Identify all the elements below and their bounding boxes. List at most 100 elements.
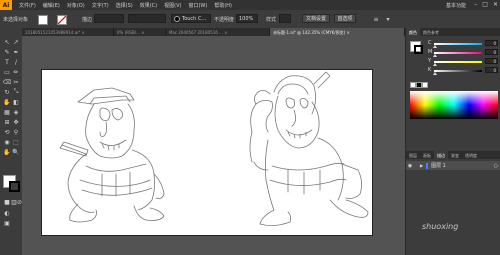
symbol-sprayer-tool-icon[interactable]: ✥: [12, 118, 20, 126]
panel-menu-icon[interactable]: ▾: [384, 15, 392, 23]
none-slash-icon: [58, 16, 66, 24]
menu-type[interactable]: 文字(T): [92, 2, 109, 9]
layer-target-icon[interactable]: ○: [494, 163, 498, 169]
menu-select[interactable]: 选择(S): [116, 2, 133, 9]
cyan-slider-track[interactable]: [434, 43, 482, 45]
magenta-value[interactable]: 0: [485, 49, 498, 55]
live-paint-tool-icon[interactable]: ◉: [3, 138, 11, 146]
canvas-area[interactable]: [22, 36, 405, 255]
control-bar: 未选择对象 描边 Touch C... 不透明度 100% 样式 文档设置 首选…: [0, 10, 500, 29]
right-panel-dock: 颜色 颜色参考 C 0 M 0 Y 0 K 0 图层 画板 描边 渐变 透明度 …: [405, 28, 500, 255]
window-controls: – □ ✕: [474, 1, 498, 8]
width-tool-icon[interactable]: ✋: [3, 98, 11, 106]
preferences-button[interactable]: 首选项: [334, 14, 356, 23]
workspace-switcher[interactable]: 基本功能: [446, 2, 466, 9]
tab-gradient[interactable]: 渐变: [448, 151, 462, 159]
tool-stroke-swatch[interactable]: [9, 181, 20, 192]
fill-swatch[interactable]: [38, 15, 48, 25]
tab-document-1[interactable]: 2018051521053988914.ai* ×: [22, 28, 114, 36]
layer-row[interactable]: ◉ ▶ 图层 1 ○: [406, 161, 500, 170]
free-transform-tool-icon[interactable]: ◧: [12, 98, 20, 106]
color-panel-tabs: 颜色 颜色参考: [406, 28, 500, 36]
artboard-tool-icon[interactable]: ⬚: [12, 138, 20, 146]
menu-object[interactable]: 对象(O): [67, 2, 85, 9]
expand-arrow-icon[interactable]: ▶: [420, 163, 423, 168]
draw-mode-icon[interactable]: ◐: [3, 209, 11, 217]
cyan-label: C: [428, 40, 432, 46]
arrange-icon[interactable]: ≡: [372, 15, 380, 23]
blend-tool-icon[interactable]: ⟲: [3, 128, 11, 136]
eraser-tool-icon[interactable]: ⌫: [3, 78, 11, 86]
tab-color-guide[interactable]: 颜色参考: [420, 28, 442, 36]
menu-window[interactable]: 窗口(W): [188, 2, 207, 9]
tab-color[interactable]: 颜色: [406, 28, 420, 36]
opacity-label: 不透明度: [214, 17, 235, 23]
eyedropper-tool-icon[interactable]: ⚲: [12, 128, 20, 136]
screen-mode-icon[interactable]: ▣: [3, 219, 11, 227]
gradient-tool-icon[interactable]: ◈: [12, 108, 20, 116]
black-slider-track[interactable]: [434, 70, 482, 72]
stroke-swatch[interactable]: [57, 15, 67, 25]
stroke-label: 描边: [82, 17, 93, 23]
none-swatch[interactable]: [422, 82, 428, 88]
pen-tool-icon[interactable]: ✒: [12, 48, 20, 56]
tools-panel: ↖ ↗ ✎ ✒ T / ▭ ✏ ⌫ ✂ ↻ ⤡ ✋ ◧ ▦ ◈ ⊞ ✥ ⟲ ⚲ …: [0, 28, 22, 255]
variable-width-dropdown[interactable]: [128, 14, 166, 23]
tab-document-3[interactable]: Mac 2040567 20180516 ... ×: [166, 28, 270, 36]
layer-name: 图层 1: [431, 163, 446, 169]
brush-dropdown[interactable]: Touch C...: [171, 14, 211, 23]
layers-panel-tabs: 图层 画板 描边 渐变 透明度: [406, 151, 500, 159]
stroke-weight-dropdown[interactable]: [94, 14, 124, 23]
eye-icon[interactable]: ◉: [406, 163, 414, 169]
mesh-tool-icon[interactable]: ▦: [3, 108, 11, 116]
black-slider-thumb[interactable]: [433, 72, 437, 75]
scale-tool-icon[interactable]: ⤡: [12, 88, 20, 96]
color-spectrum[interactable]: [410, 91, 498, 119]
pencil-tool-icon[interactable]: ✏: [12, 68, 20, 76]
tab-transparency[interactable]: 透明度: [462, 151, 480, 159]
tab-document-active[interactable]: 未标题-1.ai* @ 142.35% (CMYK/预览) ×: [270, 28, 405, 36]
tab-document-2[interactable]: 0% (RGB/... ×: [114, 28, 166, 36]
artboard[interactable]: [41, 69, 373, 236]
direct-selection-tool-icon[interactable]: ↗: [12, 38, 20, 46]
tab-layers[interactable]: 图层: [406, 151, 420, 159]
line-tool-icon[interactable]: /: [12, 58, 20, 66]
menu-edit[interactable]: 编辑(E): [43, 2, 60, 9]
yellow-value[interactable]: 0: [485, 58, 498, 64]
yellow-slider-track[interactable]: [434, 61, 482, 63]
black-value[interactable]: 0: [485, 67, 498, 73]
hand-tool-icon[interactable]: ✋: [3, 148, 11, 156]
type-tool-icon[interactable]: T: [3, 58, 11, 66]
minimize-icon[interactable]: –: [474, 1, 477, 8]
yellow-slider-thumb[interactable]: [433, 63, 437, 66]
rectangle-tool-icon[interactable]: ▭: [3, 68, 11, 76]
menu-file[interactable]: 文件(F): [19, 2, 36, 9]
scissors-tool-icon[interactable]: ✂: [12, 78, 20, 86]
magic-wand-tool-icon[interactable]: ✎: [3, 48, 11, 56]
no-selection-label: 未选择对象: [3, 17, 29, 23]
maximize-icon[interactable]: □: [482, 1, 488, 8]
menu-effect[interactable]: 效果(C): [140, 2, 157, 9]
document-setup-button[interactable]: 文档设置: [302, 14, 330, 23]
style-label: 样式: [266, 17, 277, 23]
tab-stroke[interactable]: 描边: [434, 151, 448, 159]
tab-artboards[interactable]: 画板: [420, 151, 434, 159]
yellow-label: Y: [428, 58, 432, 64]
menu-view[interactable]: 视图(V): [164, 2, 181, 9]
rotate-tool-icon[interactable]: ↻: [3, 88, 11, 96]
style-dropdown[interactable]: [279, 14, 291, 23]
color-panel-stroke-swatch[interactable]: [414, 45, 423, 54]
zoom-tool-icon[interactable]: 🔍: [12, 148, 20, 156]
selection-tool-icon[interactable]: ↖: [3, 38, 11, 46]
magenta-slider-thumb[interactable]: [433, 54, 437, 57]
menu-help[interactable]: 帮助(H): [214, 2, 232, 9]
close-icon[interactable]: ✕: [493, 1, 498, 8]
cyan-slider-thumb[interactable]: [433, 45, 437, 48]
chart-tool-icon[interactable]: ⊞: [3, 118, 11, 126]
right-character-figure: [249, 71, 369, 226]
left-character-figure: [59, 87, 165, 223]
magenta-slider-track[interactable]: [434, 52, 482, 54]
layer-color-chip: [426, 162, 429, 169]
cyan-value[interactable]: 0: [485, 40, 498, 46]
opacity-input[interactable]: 100%: [236, 14, 258, 23]
